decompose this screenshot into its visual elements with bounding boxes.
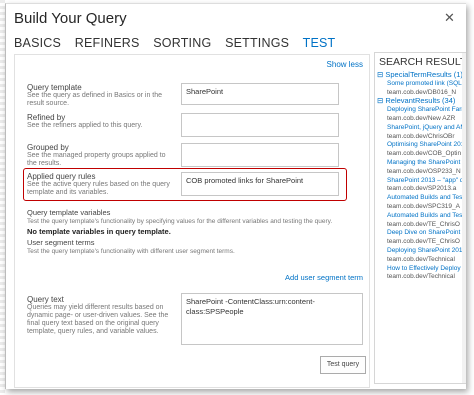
results-scrollbar[interactable] bbox=[462, 53, 466, 383]
grouped-by-desc-2: the results. bbox=[27, 160, 62, 167]
query-text-desc-2: dynamic page- or user-driven values. See… bbox=[27, 312, 169, 319]
result-url: team.cob.dev/Technical bbox=[387, 255, 455, 263]
query-text-desc-4: template, query rules, and variable valu… bbox=[27, 328, 159, 335]
result-link[interactable]: How to Effectively Deploy bbox=[387, 265, 461, 273]
result-link[interactable]: Automated Builds and Tes bbox=[387, 194, 462, 202]
query-text-area[interactable]: SharePoint -ContentClass:urn:content- cl… bbox=[181, 293, 363, 345]
tab-test[interactable]: TEST bbox=[303, 36, 336, 50]
query-text-label-block: Query text Queries may yield different r… bbox=[27, 295, 168, 336]
dialog-title: Build Your Query bbox=[14, 10, 127, 27]
result-url: team.cob.dev/OSP233_N bbox=[387, 167, 461, 175]
grouped-by-label-block: Grouped by See the managed property grou… bbox=[27, 143, 166, 168]
build-query-dialog: Build Your Query ✕ BASICS REFINERS SORTI… bbox=[5, 3, 466, 389]
result-url: team.cob.dev/TE_ChrisO bbox=[387, 238, 460, 246]
query-template-label: Query template bbox=[27, 83, 82, 92]
result-link[interactable]: Deploying SharePoint 2013 bbox=[387, 247, 466, 255]
query-template-field[interactable]: SharePoint bbox=[181, 83, 339, 105]
result-link[interactable]: Deploying SharePoint Farm bbox=[387, 106, 466, 114]
add-user-segment-link[interactable]: Add user segment term bbox=[285, 273, 363, 282]
result-link[interactable]: Deep Dive on SharePoint I bbox=[387, 229, 464, 237]
result-link[interactable]: Optimising SharePoint 201 bbox=[387, 141, 464, 149]
refined-by-desc: See the refiners applied to this query. bbox=[27, 122, 143, 129]
result-link[interactable]: Automated Builds and Tes bbox=[387, 212, 462, 220]
segment-terms-label: User segment terms bbox=[27, 238, 95, 247]
query-text-label: Query text bbox=[27, 295, 64, 304]
refined-by-field[interactable] bbox=[181, 113, 339, 137]
template-variables-label: Query template variables bbox=[27, 208, 111, 217]
refined-by-label: Refined by bbox=[27, 113, 66, 122]
query-text-line-1: SharePoint -ContentClass:urn:content- bbox=[186, 297, 315, 306]
query-template-label-block: Query template See the query as defined … bbox=[27, 83, 162, 108]
applied-rules-field[interactable]: COB promoted links for SharePoint bbox=[181, 172, 339, 196]
tab-sorting[interactable]: SORTING bbox=[153, 36, 211, 50]
search-results-panel: SEARCH RESULT P ⊟ SpecialTermResults (1)… bbox=[374, 52, 466, 384]
show-less-link[interactable]: Show less bbox=[327, 60, 363, 69]
result-url: team.cob.dev/DB016_N bbox=[387, 88, 457, 96]
test-query-button[interactable]: Test query bbox=[320, 356, 366, 374]
result-url: team.cob.dev/Technical bbox=[387, 273, 455, 281]
result-group-node[interactable]: ⊟ RelevantResults (34) bbox=[377, 97, 455, 105]
result-group-node[interactable]: ⊟ SpecialTermResults (1) bbox=[377, 71, 463, 79]
segment-terms-desc: Test the query template's functionality … bbox=[27, 248, 235, 255]
result-url: team.cob.dev/COB_Optin bbox=[387, 150, 462, 158]
result-url: team.cob.dev/TE_ChrisO bbox=[387, 220, 460, 228]
query-text-desc-3: final query text based on the original q… bbox=[27, 320, 159, 327]
applied-rules-label: Applied query rules bbox=[27, 172, 96, 181]
applied-rules-desc-2: template and its variables. bbox=[27, 189, 109, 196]
tab-bar: BASICS REFINERS SORTING SETTINGS TEST bbox=[14, 36, 345, 50]
result-link[interactable]: Managing the SharePoint bbox=[387, 159, 460, 167]
test-form-panel: Show less Query template See the query a… bbox=[14, 54, 370, 388]
grouped-by-desc-1: See the managed property groups applied … bbox=[27, 152, 166, 159]
applied-rules-desc-1: See the active query rules based on the … bbox=[27, 181, 170, 188]
refined-by-label-block: Refined by See the refiners applied to t… bbox=[27, 113, 142, 130]
template-variables-desc: Test the query template's functionality … bbox=[27, 218, 333, 225]
result-link[interactable]: SharePoint, jQuery and AM bbox=[387, 124, 466, 132]
result-url: team.cob.dev/New AZR bbox=[387, 115, 456, 122]
result-url: team.cob.dev/ChrisOBr bbox=[387, 132, 455, 140]
query-template-desc-1: See the query as defined in Basics or in… bbox=[27, 92, 163, 99]
close-icon[interactable]: ✕ bbox=[444, 10, 455, 26]
result-url: team.cob.dev/SPC319_A bbox=[387, 203, 460, 210]
template-variables-note: No template variables in query template. bbox=[27, 227, 171, 236]
tab-refiners[interactable]: REFINERS bbox=[75, 36, 140, 50]
query-template-desc-2: result source. bbox=[27, 100, 70, 107]
result-link[interactable]: SharePoint 2013 – "app" de bbox=[387, 177, 466, 185]
result-link[interactable]: Some promoted link (SQL bbox=[387, 80, 462, 88]
query-text-line-2: class:SPSPeople bbox=[186, 307, 244, 316]
tab-basics[interactable]: BASICS bbox=[14, 36, 61, 50]
grouped-by-label: Grouped by bbox=[27, 143, 69, 152]
results-panel-title: SEARCH RESULT P bbox=[379, 56, 466, 68]
applied-rules-label-block: Applied query rules See the active query… bbox=[27, 172, 170, 197]
grouped-by-field[interactable] bbox=[181, 143, 339, 167]
query-text-desc-1: Queries may yield different results base… bbox=[27, 304, 164, 311]
result-url: team.cob.dev/SP2013.a bbox=[387, 185, 457, 193]
tab-settings[interactable]: SETTINGS bbox=[225, 36, 289, 50]
